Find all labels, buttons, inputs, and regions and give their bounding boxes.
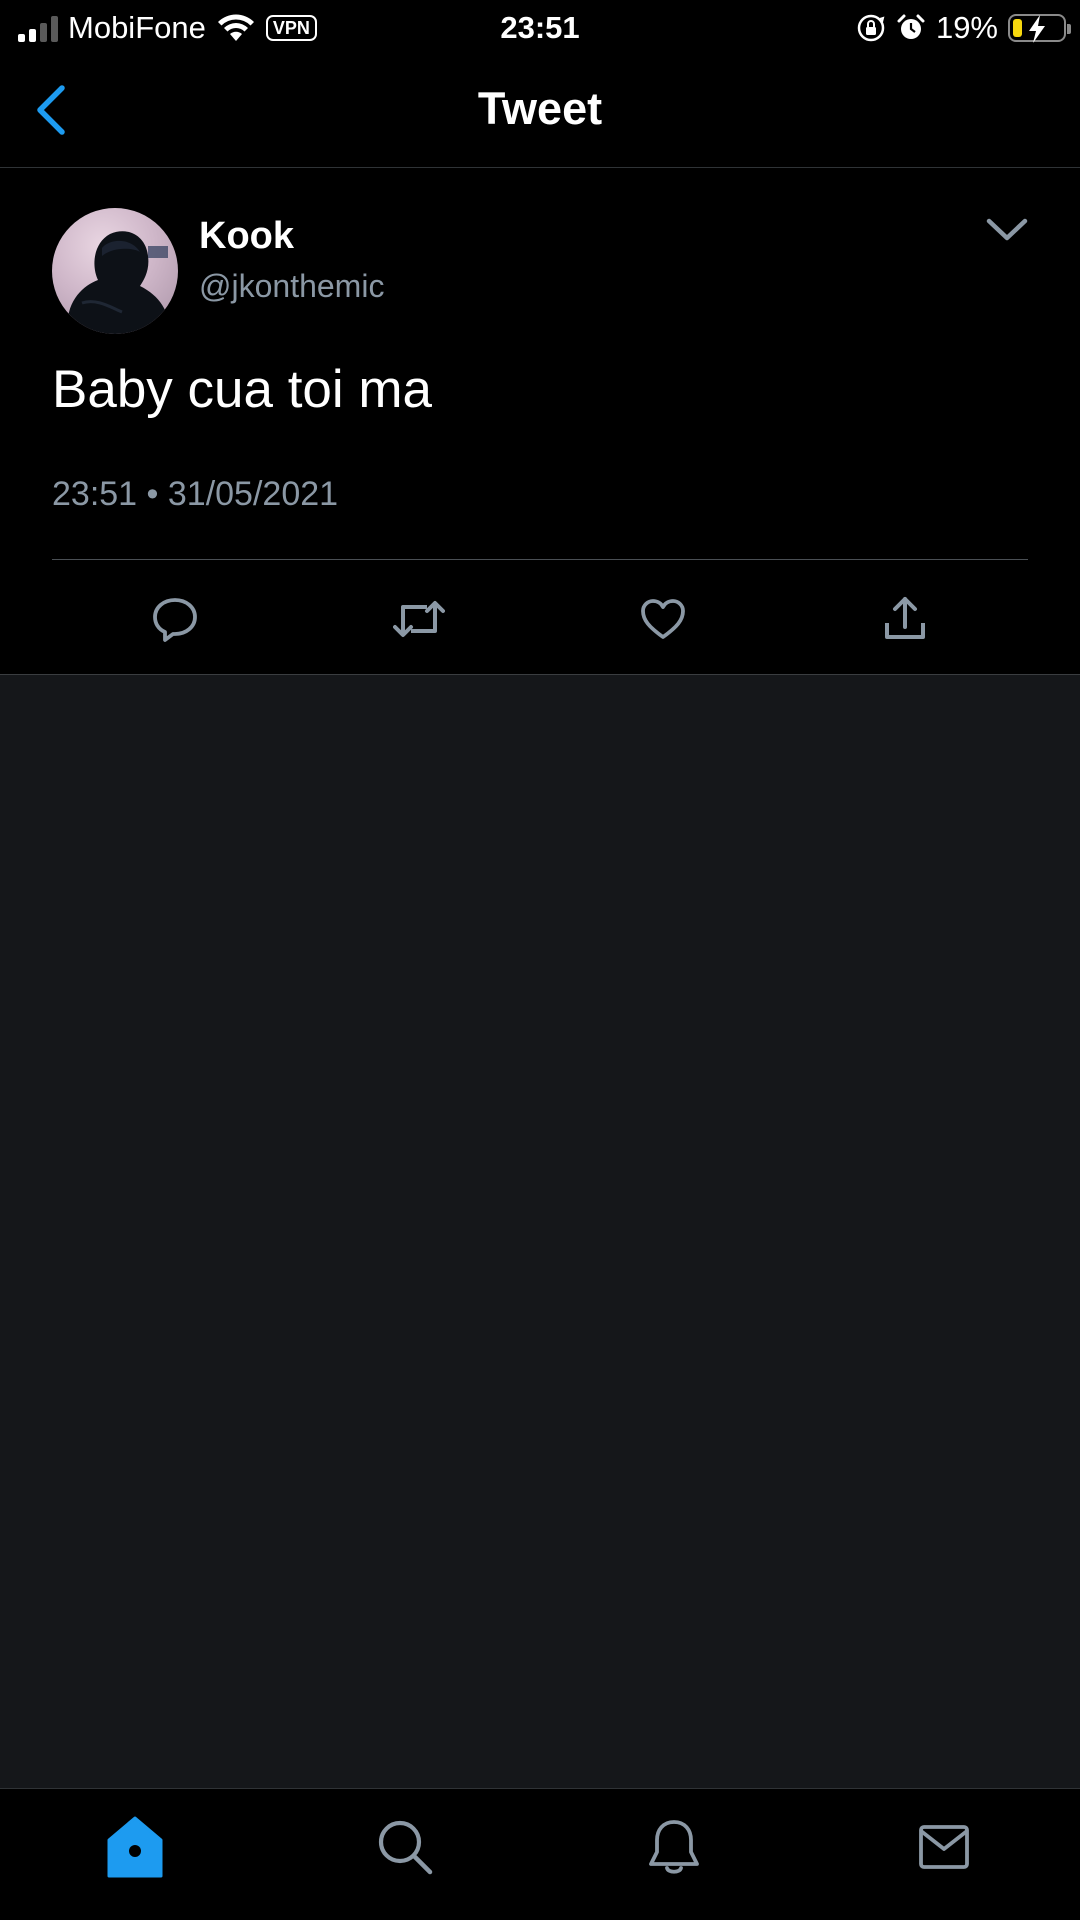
chevron-down-icon bbox=[986, 218, 1028, 241]
battery-percentage: 19% bbox=[935, 10, 998, 45]
page-title: Tweet bbox=[477, 83, 603, 134]
reply-icon bbox=[153, 598, 197, 642]
messages-icon bbox=[919, 1825, 969, 1869]
tweet-actions bbox=[0, 584, 1080, 654]
more-options-button[interactable] bbox=[982, 210, 1032, 250]
home-icon bbox=[107, 1816, 163, 1878]
tab-home[interactable] bbox=[95, 1811, 175, 1883]
navigation-header: Tweet bbox=[0, 54, 1080, 168]
tweet-detail-screen: MobiFone VPN 23:51 19% Tweet Kook @jkont… bbox=[0, 0, 1080, 1920]
divider bbox=[52, 559, 1028, 560]
replies-area bbox=[0, 675, 1080, 1788]
orientation-lock-icon bbox=[857, 14, 885, 42]
reply-button[interactable] bbox=[140, 584, 210, 654]
share-button[interactable] bbox=[870, 584, 940, 654]
retweet-icon bbox=[393, 601, 445, 637]
author-name[interactable]: Kook bbox=[199, 214, 294, 258]
tweet: Kook @jkonthemic Baby cua toi ma 23:51 •… bbox=[0, 168, 1080, 675]
avatar-photo bbox=[67, 231, 170, 334]
like-button[interactable] bbox=[628, 584, 698, 654]
battery-icon bbox=[1008, 14, 1071, 43]
notifications-icon bbox=[649, 1820, 699, 1874]
share-icon bbox=[885, 597, 925, 639]
battery-level bbox=[1013, 19, 1022, 37]
tab-messages[interactable] bbox=[904, 1811, 984, 1883]
tweet-timestamp: 23:51 • 31/05/2021 bbox=[52, 475, 339, 513]
retweet-button[interactable] bbox=[384, 584, 454, 654]
tab-bar bbox=[0, 1788, 1080, 1920]
charging-bolt-icon bbox=[1029, 15, 1045, 43]
tab-notifications[interactable] bbox=[634, 1811, 714, 1883]
search-icon bbox=[378, 1820, 433, 1875]
tweet-text: Baby cua toi ma bbox=[52, 360, 433, 419]
tab-search[interactable] bbox=[365, 1811, 445, 1883]
status-bar: MobiFone VPN 23:51 19% bbox=[0, 0, 1080, 54]
like-icon bbox=[641, 599, 685, 639]
author-handle[interactable]: @jkonthemic bbox=[199, 266, 384, 306]
alarm-icon bbox=[897, 14, 925, 39]
status-right: 19% bbox=[856, 8, 1071, 48]
avatar[interactable] bbox=[52, 208, 178, 334]
